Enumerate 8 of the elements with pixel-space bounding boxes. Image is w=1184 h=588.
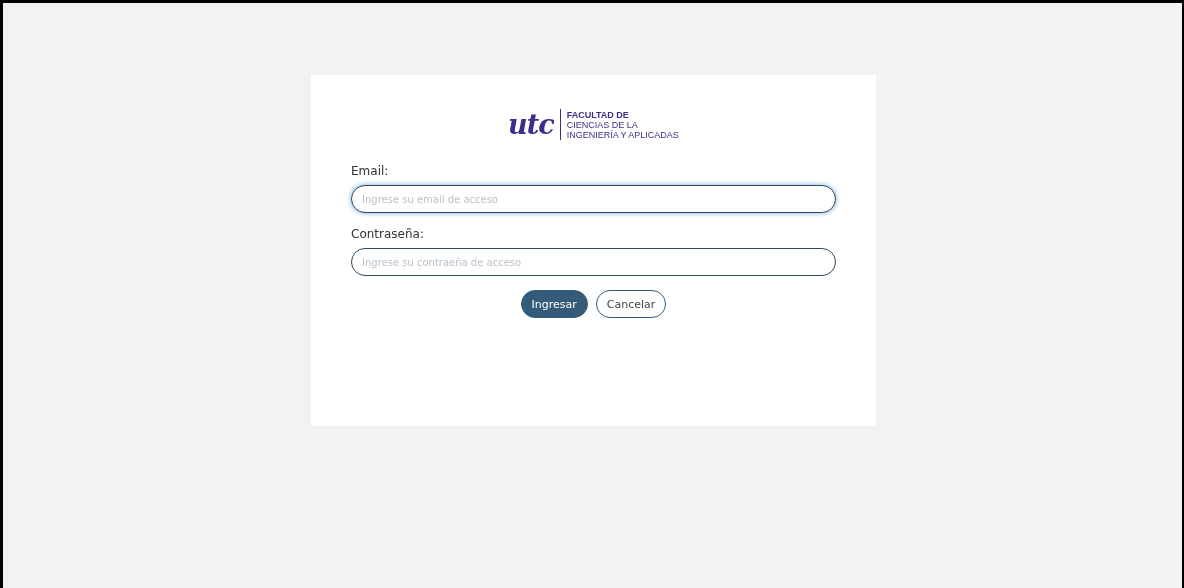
faculty-name: FACULTAD DE CIENCIAS DE LA INGENIERÍA Y APLICADAS — [566, 109, 679, 140]
field-label: Email: — [351, 164, 390, 178]
input-field[interactable]: Ingrese su email de acceso — [351, 185, 836, 213]
login-button[interactable]: Ingresar — [520, 290, 588, 318]
cancel-button[interactable]: Cancelar — [595, 290, 667, 318]
logo-mark: utc — [508, 109, 561, 140]
field-label: Contraseña: — [351, 227, 425, 241]
input-field[interactable]: Ingrese su contraeña de acceso — [351, 248, 836, 276]
